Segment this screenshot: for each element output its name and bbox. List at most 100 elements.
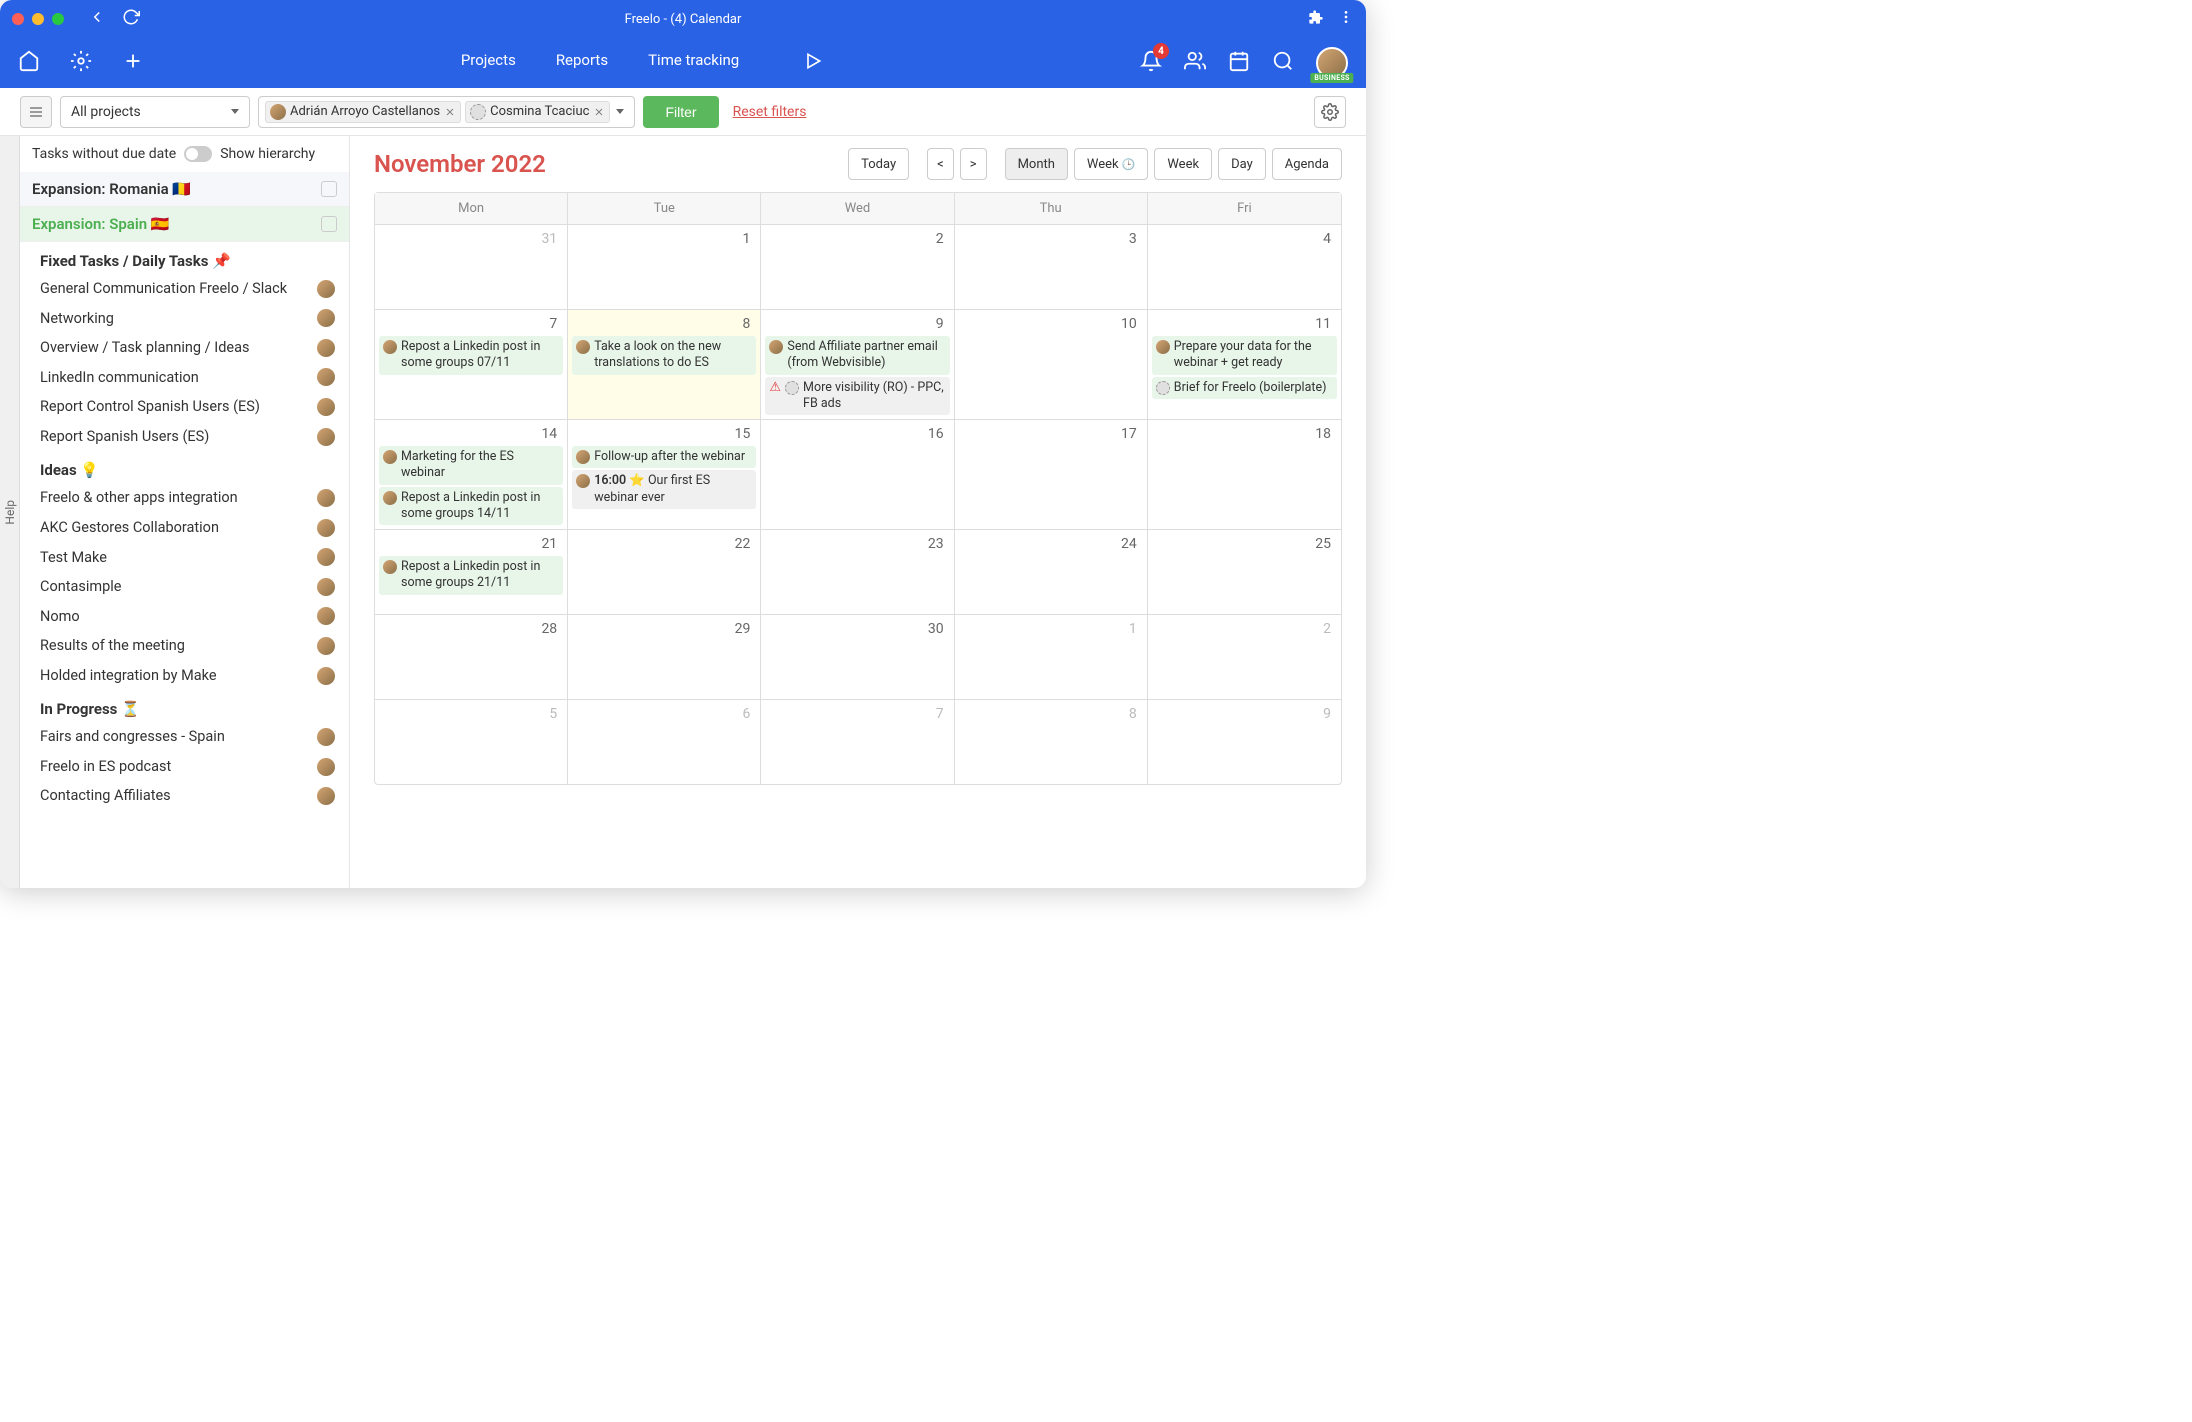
play-icon[interactable] [803, 51, 823, 75]
calendar-cell[interactable]: 15Follow-up after the webinar16:00 ⭐ Our… [568, 419, 761, 529]
calendar-cell[interactable]: 5 [375, 699, 568, 784]
calendar-cell[interactable]: 11Prepare your data for the webinar + ge… [1148, 309, 1341, 419]
notification-count: 4 [1153, 43, 1169, 59]
extension-icon[interactable] [1308, 9, 1324, 29]
toggle-sidebar-button[interactable] [20, 96, 52, 128]
nav-projects[interactable]: Projects [461, 51, 516, 75]
calendar-cell[interactable]: 31 [375, 224, 568, 309]
calendar-event[interactable]: ⚠More visibility (RO) - PPC, FB ads [765, 377, 949, 416]
calendar-cell[interactable]: 3 [955, 224, 1148, 309]
help-strip[interactable]: Help [0, 136, 20, 888]
project-header-romania[interactable]: Expansion: Romania 🇷🇴 [20, 172, 349, 207]
task-item[interactable]: AKC Gestores Collaboration [20, 513, 349, 543]
task-item[interactable]: General Communication Freelo / Slack [20, 274, 349, 304]
prev-button[interactable]: < [927, 148, 954, 180]
home-icon[interactable] [18, 50, 40, 76]
calendar-cell[interactable]: 22 [568, 529, 761, 614]
view-month[interactable]: Month [1005, 148, 1068, 180]
task-item[interactable]: Fairs and congresses - Spain [20, 722, 349, 752]
back-icon[interactable] [88, 8, 106, 30]
filter-settings-button[interactable] [1314, 96, 1346, 128]
calendar-event[interactable]: Marketing for the ES webinar [379, 446, 563, 485]
calendar-cell[interactable]: 7 [761, 699, 954, 784]
task-item[interactable]: LinkedIn communication [20, 363, 349, 393]
calendar-cell[interactable]: 8 [955, 699, 1148, 784]
calendar-cell[interactable]: 25 [1148, 529, 1341, 614]
calendar-event[interactable]: Prepare your data for the webinar + get … [1152, 336, 1337, 375]
task-item[interactable]: Nomo [20, 602, 349, 632]
settings-wheel-icon[interactable] [70, 50, 92, 76]
remove-chip-icon[interactable] [593, 106, 605, 118]
calendar-event[interactable]: 16:00 ⭐ Our first ES webinar ever [572, 470, 756, 509]
task-item[interactable]: Report Spanish Users (ES) [20, 422, 349, 452]
calendar-event[interactable]: Repost a Linkedin post in some groups 07… [379, 336, 563, 375]
task-item[interactable]: Freelo in ES podcast [20, 752, 349, 782]
calendar-cell[interactable]: 28 [375, 614, 568, 699]
filter-button[interactable]: Filter [643, 96, 718, 128]
calendar-cell[interactable]: 8Take a look on the new translations to … [568, 309, 761, 419]
calendar-cell[interactable]: 23 [761, 529, 954, 614]
calendar-cell[interactable]: 4 [1148, 224, 1341, 309]
calendar-cell[interactable]: 29 [568, 614, 761, 699]
next-button[interactable]: > [960, 148, 987, 180]
project-checkbox[interactable] [321, 216, 337, 232]
task-item[interactable]: Contacting Affiliates [20, 781, 349, 811]
menu-dots-icon[interactable] [1338, 9, 1354, 29]
calendar-cell[interactable]: 16 [761, 419, 954, 529]
project-checkbox[interactable] [321, 181, 337, 197]
task-item[interactable]: Networking [20, 304, 349, 334]
view-week[interactable]: Week [1154, 148, 1212, 180]
calendar-event[interactable]: Repost a Linkedin post in some groups 14… [379, 487, 563, 526]
nav-reports[interactable]: Reports [556, 51, 608, 75]
reload-icon[interactable] [122, 8, 140, 30]
calendar-cell[interactable]: 1 [955, 614, 1148, 699]
calendar-cell[interactable]: 2 [761, 224, 954, 309]
calendar-event[interactable]: Send Affiliate partner email (from Webvi… [765, 336, 949, 375]
calendar-event[interactable]: Follow-up after the webinar [572, 446, 756, 468]
task-item[interactable]: Contasimple [20, 572, 349, 602]
calendar-event[interactable]: Take a look on the new translations to d… [572, 336, 756, 375]
calendar-cell[interactable]: 17 [955, 419, 1148, 529]
calendar-day-header: Fri [1148, 193, 1341, 224]
calendar-cell[interactable]: 30 [761, 614, 954, 699]
task-item[interactable]: Freelo & other apps integration [20, 483, 349, 513]
notifications-icon[interactable]: 4 [1140, 50, 1162, 76]
task-item[interactable]: Holded integration by Make [20, 661, 349, 691]
projects-dropdown[interactable]: All projects [60, 96, 250, 128]
search-icon[interactable] [1272, 50, 1294, 76]
calendar-icon[interactable] [1228, 50, 1250, 76]
calendar-cell[interactable]: 24 [955, 529, 1148, 614]
calendar-cell[interactable]: 9 [1148, 699, 1341, 784]
show-hierarchy-toggle[interactable] [184, 146, 212, 162]
calendar-cell[interactable]: 14Marketing for the ES webinarRepost a L… [375, 419, 568, 529]
calendar-cell[interactable]: 7Repost a Linkedin post in some groups 0… [375, 309, 568, 419]
view-week-44[interactable]: Week 🕒 [1074, 148, 1148, 180]
add-icon[interactable] [122, 50, 144, 76]
calendar-cell[interactable]: 1 [568, 224, 761, 309]
nav-time-tracking[interactable]: Time tracking [648, 51, 739, 75]
task-item[interactable]: Test Make [20, 543, 349, 573]
reset-filters-link[interactable]: Reset filters [733, 104, 807, 120]
calendar-event[interactable]: Repost a Linkedin post in some groups 21… [379, 556, 563, 595]
people-icon[interactable] [1184, 50, 1206, 76]
calendar-event[interactable]: Brief for Freelo (boilerplate) [1152, 377, 1337, 399]
people-filter-dropdown[interactable]: Adrián Arroyo Castellanos Cosmina Tcaciu… [258, 96, 635, 128]
close-window[interactable] [12, 13, 24, 25]
task-item[interactable]: Results of the meeting [20, 631, 349, 661]
task-item[interactable]: Overview / Task planning / Ideas [20, 333, 349, 363]
calendar-cell[interactable]: 18 [1148, 419, 1341, 529]
task-item[interactable]: Report Control Spanish Users (ES) [20, 392, 349, 422]
minimize-window[interactable] [32, 13, 44, 25]
maximize-window[interactable] [52, 13, 64, 25]
calendar-cell[interactable]: 10 [955, 309, 1148, 419]
calendar-cell[interactable]: 2 [1148, 614, 1341, 699]
user-avatar[interactable]: BUSINESS [1316, 47, 1348, 79]
view-agenda[interactable]: Agenda [1272, 148, 1342, 180]
remove-chip-icon[interactable] [444, 106, 456, 118]
calendar-cell[interactable]: 21Repost a Linkedin post in some groups … [375, 529, 568, 614]
calendar-cell[interactable]: 6 [568, 699, 761, 784]
calendar-cell[interactable]: 9Send Affiliate partner email (from Webv… [761, 309, 954, 419]
project-header-spain[interactable]: Expansion: Spain 🇪🇸 [20, 207, 349, 242]
today-button[interactable]: Today [848, 148, 909, 180]
view-day[interactable]: Day [1218, 148, 1266, 180]
